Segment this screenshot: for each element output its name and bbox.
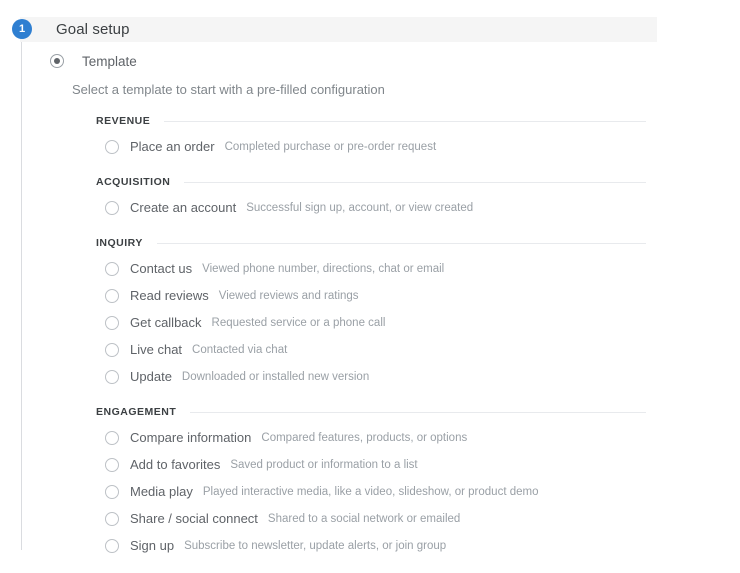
template-option[interactable]: Share / social connect Shared to a social… — [105, 505, 740, 532]
radio-option-icon[interactable] — [105, 200, 119, 215]
template-option-description: Viewed phone number, directions, chat or… — [202, 262, 445, 275]
template-option-description: Requested service or a phone call — [211, 316, 386, 329]
radio-option-icon[interactable] — [105, 430, 119, 445]
template-option-list: Create an account Successful sign up, acc… — [0, 194, 740, 221]
template-option-description: Saved product or information to a list — [230, 458, 418, 471]
template-group-name: ENGAGEMENT — [96, 406, 177, 418]
radio-option-icon[interactable] — [105, 484, 119, 499]
mode-option-template[interactable]: Template — [50, 50, 740, 72]
template-option[interactable]: Update Downloaded or installed new versio… — [105, 363, 740, 390]
template-option-list: Contact us Viewed phone number, direction… — [0, 255, 740, 390]
group-divider — [164, 120, 646, 122]
template-group-name: ACQUISITION — [96, 176, 171, 188]
template-option[interactable]: Sign up Subscribe to newsletter, update a… — [105, 532, 740, 559]
group-divider — [184, 181, 646, 183]
radio-option-icon[interactable] — [105, 369, 119, 384]
template-option-description: Compared features, products, or options — [261, 431, 468, 444]
template-option-description: Contacted via chat — [192, 343, 288, 356]
template-group-name: INQUIRY — [96, 237, 143, 249]
template-group: REVENUE Place an order Completed purchase … — [0, 113, 740, 172]
template-option-label: Update — [130, 369, 172, 384]
template-option[interactable]: Compare information Compared features, pr… — [105, 424, 740, 451]
template-option-list: Place an order Completed purchase or pre-… — [0, 133, 740, 160]
template-helper-text: Select a template to start with a pre-fi… — [72, 82, 385, 97]
template-option-description: Shared to a social network or emailed — [267, 512, 461, 525]
template-option-label: Read reviews — [130, 288, 209, 303]
template-option-label: Sign up — [130, 538, 175, 553]
template-option-label: Share / social connect — [130, 511, 258, 526]
goal-setup-content: Template Select a template to start with… — [0, 50, 740, 573]
page-title: Goal setup — [56, 21, 130, 38]
template-option[interactable]: Media play Played interactive media, like… — [105, 478, 740, 505]
radio-option-icon[interactable] — [105, 511, 119, 526]
template-option-label: Get callback — [130, 315, 202, 330]
template-option[interactable]: Create an account Successful sign up, acc… — [105, 194, 740, 221]
template-group-list: REVENUE Place an order Completed purchase … — [0, 113, 740, 571]
template-option-label: Media play — [130, 484, 193, 499]
template-option-label: Add to favorites — [130, 457, 221, 472]
template-group-header: REVENUE — [96, 113, 646, 129]
template-option-label: Contact us — [130, 261, 193, 276]
template-option-list: Compare information Compared features, pr… — [0, 424, 740, 559]
template-option-label: Live chat — [130, 342, 183, 357]
template-option[interactable]: Get callback Requested service or a phone… — [105, 309, 740, 336]
template-option[interactable]: Place an order Completed purchase or pre-… — [105, 133, 740, 160]
template-option[interactable]: Add to favorites Saved product or informa… — [105, 451, 740, 478]
template-group-header: ACQUISITION — [96, 174, 646, 190]
template-option-label: Create an account — [130, 200, 237, 215]
template-option-label: Compare information — [130, 430, 252, 445]
template-group: ENGAGEMENT Compare information Compared fe… — [0, 404, 740, 571]
radio-option-icon[interactable] — [105, 288, 119, 303]
template-option-description: Downloaded or installed new version — [181, 370, 370, 383]
template-group-header: INQUIRY — [96, 235, 646, 251]
template-option[interactable]: Live chat Contacted via chat — [105, 336, 740, 363]
radio-option-icon[interactable] — [105, 457, 119, 472]
step-number-badge: 1 — [12, 19, 32, 39]
template-option[interactable]: Read reviews Viewed reviews and ratings — [105, 282, 740, 309]
radio-option-icon[interactable] — [105, 261, 119, 276]
template-option-description: Completed purchase or pre-order request — [224, 140, 437, 153]
template-option-description: Played interactive media, like a video, … — [202, 485, 539, 498]
template-group-header: ENGAGEMENT — [96, 404, 646, 420]
radio-option-icon[interactable] — [105, 139, 119, 154]
radio-template-icon[interactable] — [50, 54, 64, 68]
template-option-description: Successful sign up, account, or view cre… — [246, 201, 474, 214]
template-group-name: REVENUE — [96, 115, 151, 127]
step-header: Goal setup — [20, 17, 657, 42]
radio-option-icon[interactable] — [105, 315, 119, 330]
template-option-description: Viewed reviews and ratings — [218, 289, 359, 302]
group-divider — [190, 411, 646, 413]
template-option[interactable]: Contact us Viewed phone number, direction… — [105, 255, 740, 282]
template-group: INQUIRY Contact us Viewed phone number, di… — [0, 235, 740, 402]
template-group: ACQUISITION Create an account Successful s… — [0, 174, 740, 233]
radio-option-icon[interactable] — [105, 342, 119, 357]
radio-option-icon[interactable] — [105, 538, 119, 553]
template-option-label: Place an order — [130, 139, 215, 154]
group-divider — [156, 242, 646, 244]
mode-option-template-label: Template — [82, 53, 137, 69]
